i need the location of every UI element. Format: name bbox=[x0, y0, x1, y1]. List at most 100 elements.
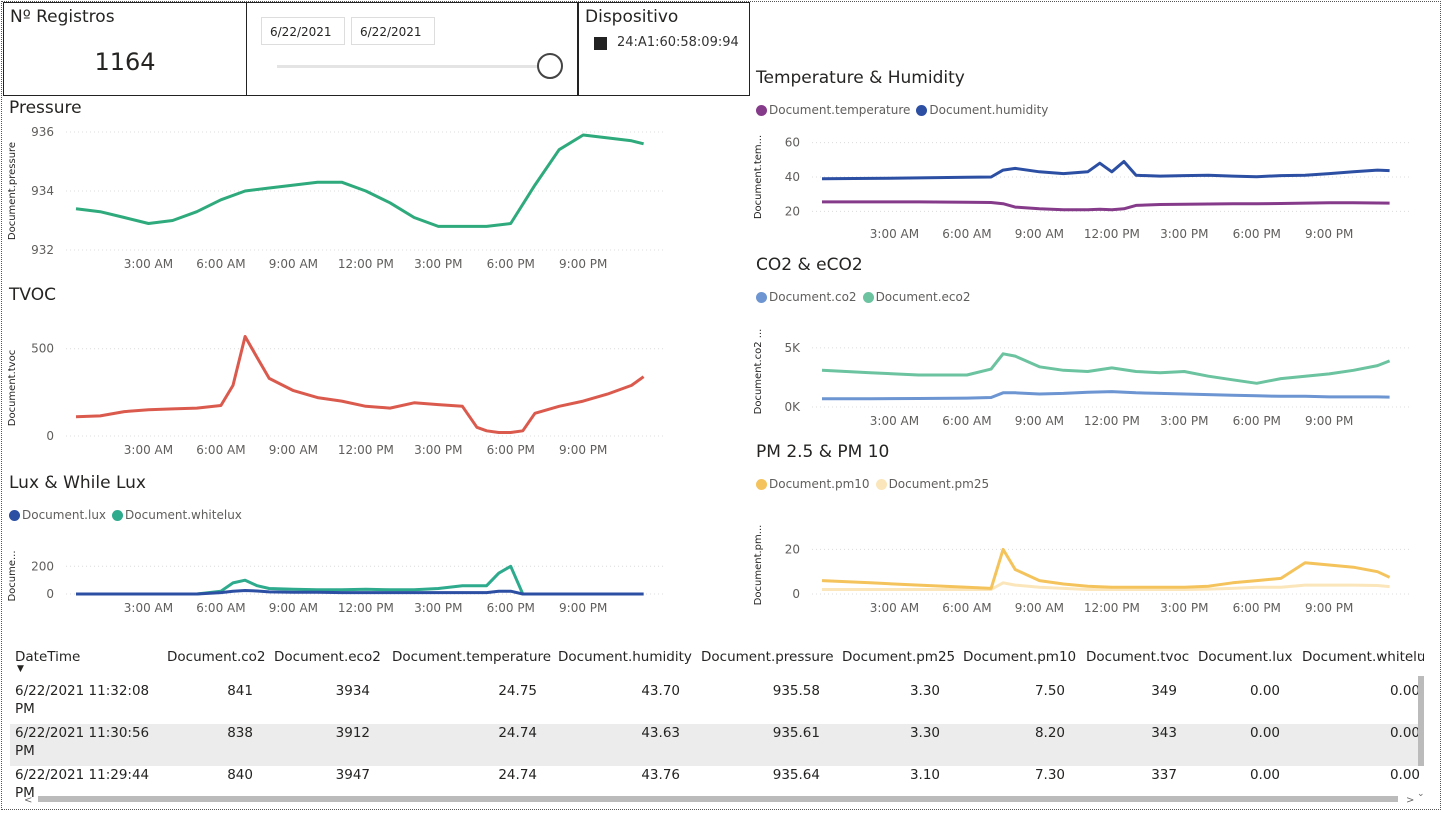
legend-item-temperature[interactable]: Document.temperature bbox=[756, 103, 910, 117]
cell-pm10: 7.50 bbox=[1034, 683, 1065, 699]
device-checkbox[interactable] bbox=[594, 37, 607, 50]
y-tick-label: 200 bbox=[31, 559, 54, 573]
col-header-pm25[interactable]: Document.pm25 bbox=[842, 649, 955, 665]
table-row[interactable]: 6/22/2021 11:32:08 PM 841 3934 24.75 43.70 935… bbox=[10, 682, 1424, 724]
end-date-input[interactable]: 6/22/2021 bbox=[351, 17, 435, 45]
legend-item-eco2[interactable]: Document.eco2 bbox=[862, 290, 971, 304]
device-item-label[interactable]: 24:A1:60:58:09:94 bbox=[617, 35, 739, 50]
legend-item-pm25[interactable]: Document.pm25 bbox=[875, 477, 989, 491]
x-tick-label: 9:00 PM bbox=[1305, 601, 1353, 615]
y-tick-label: 500 bbox=[31, 342, 54, 356]
kpi-card[interactable]: Nº Registros 1164 bbox=[3, 2, 247, 96]
y-tick-label: 60 bbox=[785, 136, 800, 150]
y-tick-label: 0K bbox=[784, 400, 801, 414]
y-tick-label: 0 bbox=[792, 587, 800, 601]
x-tick-label: 6:00 PM bbox=[1233, 227, 1281, 241]
cell-lux: 0.00 bbox=[1249, 767, 1280, 783]
y-axis-label: Docume... bbox=[7, 550, 18, 601]
y-axis-label: Document.co2 ... bbox=[753, 329, 764, 415]
x-tick-label: 3:00 PM bbox=[414, 601, 462, 615]
eco2-legend-label: Document.eco2 bbox=[875, 290, 971, 304]
y-tick-label: 934 bbox=[31, 184, 54, 198]
pm-chart[interactable]: 0 20 Document.pm... 3:00 AM 6:00 AM 9:00 AM 12… bbox=[752, 512, 1422, 620]
cell-temperature: 24.74 bbox=[498, 767, 537, 783]
co2-chart[interactable]: 0K 5K Document.co2 ... 3:00 AM 6:00 AM 9:00 A… bbox=[752, 318, 1422, 433]
y-tick-label: 20 bbox=[785, 204, 800, 218]
cell-co2: 840 bbox=[227, 767, 253, 783]
y-axis-label: Document.tvoc bbox=[7, 350, 18, 426]
col-header-whitelux[interactable]: Document.whitelux bbox=[1302, 649, 1424, 665]
cell-tvoc: 337 bbox=[1151, 767, 1177, 783]
svg-text:>: > bbox=[1406, 795, 1414, 804]
date-slider-handle[interactable] bbox=[537, 53, 563, 79]
x-tick-label: 9:00 PM bbox=[1305, 414, 1353, 428]
x-tick-label: 6:00 PM bbox=[487, 601, 535, 615]
table-vertical-scrollbar[interactable]: ⌃ ⌄ bbox=[1416, 650, 1426, 798]
temphum-chart-title: Temperature & Humidity bbox=[756, 68, 965, 88]
humidity-legend-label: Document.humidity bbox=[929, 103, 1049, 117]
cell-temperature: 24.75 bbox=[498, 683, 537, 699]
series-line-humidity[interactable] bbox=[821, 160, 1390, 181]
x-tick-label: 3:00 PM bbox=[1160, 227, 1208, 241]
series-line-co2[interactable] bbox=[822, 390, 1390, 401]
x-tick-label: 9:00 PM bbox=[559, 257, 607, 271]
y-tick-label: 932 bbox=[31, 243, 54, 257]
tvoc-chart[interactable]: 0 500 Document.tvoc 3:00 AM 6:00 AM 9:00 AM 12… bbox=[6, 318, 676, 464]
x-tick-label: 3:00 AM bbox=[124, 443, 173, 457]
x-tick-label: 9:00 AM bbox=[269, 257, 318, 271]
col-header-temperature[interactable]: Document.temperature bbox=[392, 649, 551, 665]
col-header-humidity[interactable]: Document.humidity bbox=[558, 649, 692, 665]
kpi-title: Nº Registros bbox=[10, 7, 115, 27]
data-table[interactable]: DateTime ▼ Document.co2 Document.eco2 Do… bbox=[10, 640, 1434, 808]
temphum-legend: Document.temperature Document.humidity bbox=[756, 103, 1048, 117]
x-tick-label: 6:00 PM bbox=[487, 443, 535, 457]
series-line-tvoc[interactable] bbox=[75, 335, 645, 434]
y-tick-label: 0 bbox=[46, 429, 54, 443]
lux-chart[interactable]: 0 200 Docume... 3:00 AM 6:00 AM 9:00 AM 12:00 … bbox=[6, 540, 676, 620]
x-tick-label: 6:00 AM bbox=[196, 443, 245, 457]
co2-legend-label: Document.co2 bbox=[769, 290, 857, 304]
whitelux-legend-label: Document.whitelux bbox=[125, 508, 242, 522]
col-header-co2[interactable]: Document.co2 bbox=[167, 649, 266, 665]
y-axis-label: Document.pm... bbox=[753, 525, 764, 606]
sort-down-icon[interactable]: ▼ bbox=[17, 664, 24, 674]
cell-datetime-period: PM bbox=[15, 743, 35, 759]
col-header-datetime[interactable]: DateTime bbox=[15, 649, 80, 665]
col-header-pm10[interactable]: Document.pm10 bbox=[963, 649, 1076, 665]
cell-humidity: 43.70 bbox=[641, 683, 680, 699]
date-slider-track[interactable] bbox=[277, 65, 542, 68]
cell-datetime: 6/22/2021 11:32:08 bbox=[15, 683, 150, 699]
device-slicer[interactable]: Dispositivo 24:A1:60:58:09:94 bbox=[578, 2, 750, 96]
col-header-eco2[interactable]: Document.eco2 bbox=[274, 649, 381, 665]
table-horizontal-scrollbar[interactable]: < > bbox=[24, 794, 1414, 804]
col-header-tvoc[interactable]: Document.tvoc bbox=[1086, 649, 1189, 665]
legend-item-co2[interactable]: Document.co2 bbox=[756, 290, 857, 304]
cell-eco2: 3912 bbox=[335, 725, 370, 741]
series-line-whitelux[interactable] bbox=[76, 564, 644, 596]
legend-item-humidity[interactable]: Document.humidity bbox=[916, 103, 1048, 117]
x-tick-label: 6:00 AM bbox=[196, 257, 245, 271]
col-header-lux[interactable]: Document.lux bbox=[1198, 649, 1293, 665]
temperature-legend-label: Document.temperature bbox=[769, 103, 911, 117]
legend-item-whitelux[interactable]: Document.whitelux bbox=[112, 508, 242, 522]
date-slicer[interactable]: 6/22/2021 6/22/2021 bbox=[246, 2, 578, 96]
table-row[interactable]: 6/22/2021 11:30:56 PM 838 3912 24.74 43.63 935… bbox=[10, 724, 1424, 766]
series-line-eco2[interactable] bbox=[821, 352, 1391, 385]
cell-tvoc: 349 bbox=[1151, 683, 1177, 699]
series-line-pressure[interactable] bbox=[75, 133, 644, 228]
start-date-input[interactable]: 6/22/2021 bbox=[261, 17, 345, 45]
temphum-chart[interactable]: 20 40 60 Document.tem... 3:00 AM 6:00 AM 9:00 … bbox=[752, 122, 1422, 246]
legend-item-pm10[interactable]: Document.pm10 bbox=[756, 477, 870, 491]
series-line-lux[interactable] bbox=[76, 589, 644, 596]
humidity-legend-dot bbox=[916, 104, 928, 116]
pressure-chart[interactable]: 932 934 936 Document.pressure 3:00 AM 6:00 AM… bbox=[6, 118, 676, 278]
cell-temperature: 24.74 bbox=[498, 725, 537, 741]
svg-text:<: < bbox=[24, 795, 32, 804]
col-header-pressure[interactable]: Document.pressure bbox=[701, 649, 834, 665]
legend-item-lux[interactable]: Document.lux bbox=[9, 508, 106, 522]
series-line-pm10[interactable] bbox=[821, 547, 1391, 590]
series-line-temperature[interactable] bbox=[822, 200, 1390, 212]
lux-legend-dot bbox=[9, 509, 20, 521]
x-tick-label: 6:00 AM bbox=[196, 601, 245, 615]
cell-lux: 0.00 bbox=[1249, 683, 1280, 699]
